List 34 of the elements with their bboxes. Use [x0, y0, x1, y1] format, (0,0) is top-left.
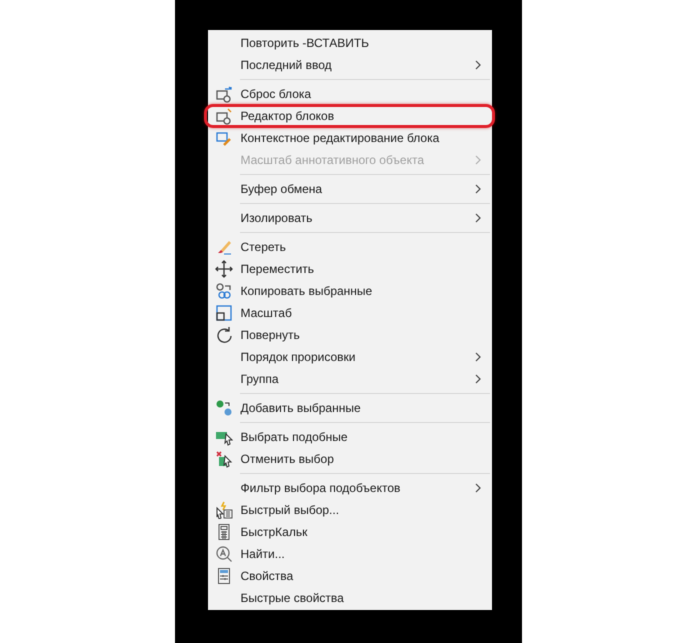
add-selected-icon: [215, 399, 233, 417]
menu-item[interactable]: Повторить -ВСТАВИТЬ: [208, 32, 492, 54]
menu-item[interactable]: Порядок прорисовки: [208, 346, 492, 368]
menu-item[interactable]: Фильтр выбора подобъектов: [208, 477, 492, 499]
copy-icon: [215, 282, 233, 300]
menu-item[interactable]: Масштаб: [208, 302, 492, 324]
menu-item[interactable]: Добавить выбранные: [208, 397, 492, 419]
menu-item[interactable]: Группа: [208, 368, 492, 390]
menu-item[interactable]: БыстрКальк: [208, 521, 492, 543]
search-icon: [215, 545, 233, 563]
menu-item[interactable]: Последний ввод: [208, 54, 492, 76]
rotate-icon: [215, 326, 233, 344]
menu-item[interactable]: Повернуть: [208, 324, 492, 346]
menu-item[interactable]: Найти...: [208, 543, 492, 565]
quick-select-icon: [215, 501, 233, 519]
menu-item[interactable]: Изолировать: [208, 207, 492, 229]
deselect-icon: [215, 450, 233, 468]
scale-icon: [215, 304, 233, 322]
menu-item[interactable]: Выбрать подобные: [208, 426, 492, 448]
move-icon: [215, 260, 233, 278]
menu-item[interactable]: Быстрые свойства: [208, 587, 492, 609]
properties-icon: [215, 567, 233, 585]
menu-item[interactable]: Редактор блоков: [208, 105, 492, 127]
menu-item[interactable]: Контекстное редактирование блока: [208, 127, 492, 149]
menu-item[interactable]: Буфер обмена: [208, 178, 492, 200]
block-reset-icon: [215, 85, 233, 103]
menu-item[interactable]: Переместить: [208, 258, 492, 280]
menu-item[interactable]: Стереть: [208, 236, 492, 258]
menu-item[interactable]: Свойства: [208, 565, 492, 587]
block-editor-icon: [215, 107, 233, 125]
menu-item[interactable]: Отменить выбор: [208, 448, 492, 470]
menu-item[interactable]: Быстрый выбор...: [208, 499, 492, 521]
menu-item[interactable]: Копировать выбранные: [208, 280, 492, 302]
menu-item[interactable]: Сброс блока: [208, 83, 492, 105]
